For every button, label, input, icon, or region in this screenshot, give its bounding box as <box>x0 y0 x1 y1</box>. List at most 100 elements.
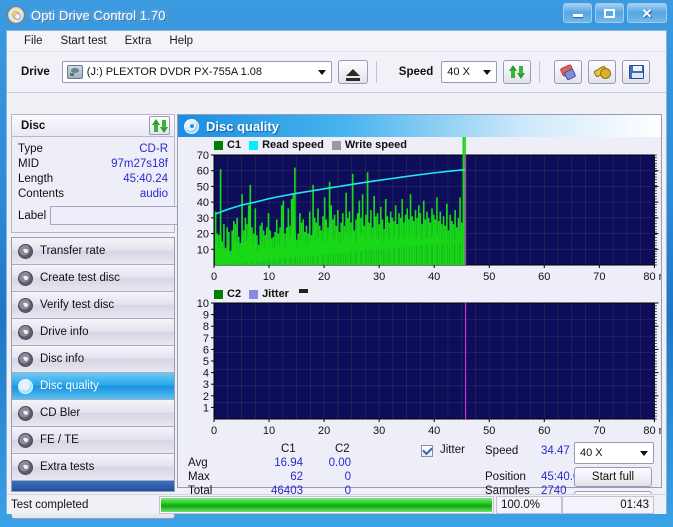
c1-chart: C1 Read speed Write speed 0 10 20 30 40 50 60 7… <box>178 137 661 287</box>
menu-extra[interactable]: Extra <box>116 33 161 49</box>
main-body: Disc Type CD-R MID 97m27s18f Length 45:4… <box>7 114 666 519</box>
tools-icon <box>594 65 612 79</box>
save-icon <box>628 65 644 79</box>
svg-text:32 X: 32 X <box>660 197 661 209</box>
save-button[interactable] <box>622 60 651 84</box>
close-button[interactable]: ✕ <box>627 3 667 23</box>
drive-select-value: (J:) PLEXTOR DVDR PX-755A 1.08 <box>86 66 263 78</box>
legend-swatch-write-speed <box>331 140 341 150</box>
svg-text:10: 10 <box>197 298 209 310</box>
erase-button[interactable] <box>554 60 583 84</box>
c2-chart-legend: C2 Jitter <box>214 288 308 300</box>
sidebar-label: FE / TE <box>40 434 79 446</box>
disc-mid-value: 97m27s18f <box>111 158 168 170</box>
tools-button[interactable] <box>588 60 617 84</box>
legend-label-write-speed: Write speed <box>344 139 407 151</box>
drive-icon <box>66 65 83 79</box>
disc-row-mid: MID 97m27s18f <box>18 157 168 172</box>
svg-text:8: 8 <box>203 321 209 333</box>
c1-chart-canvas: 0 10 20 30 40 50 60 70 80 min 10 20 30 40 50 60 70 8 X 16… <box>197 137 661 283</box>
eject-button[interactable] <box>337 60 368 84</box>
client-area: File Start test Extra Help Drive (J:) PL… <box>6 30 667 519</box>
sidebar-label: Drive info <box>40 326 89 338</box>
legend-label-jitter: Jitter <box>262 288 289 300</box>
svg-text:50: 50 <box>483 271 495 283</box>
menu-file[interactable]: File <box>15 33 52 49</box>
panel-title: Disc quality <box>206 118 279 134</box>
jitter-checkbox-label: Jitter <box>440 444 465 456</box>
svg-text:80 min: 80 min <box>643 271 661 283</box>
sidebar-item-drive-info[interactable]: Drive info <box>12 319 174 346</box>
status-message: Test completed <box>11 498 89 511</box>
sidebar-item-disc-quality[interactable]: Disc quality <box>12 373 174 400</box>
svg-text:20: 20 <box>318 271 330 283</box>
speed-select[interactable]: 40 X <box>441 61 498 83</box>
resize-grip-icon[interactable] <box>656 500 666 510</box>
disc-row-length: Length 45:40.24 <box>18 172 168 187</box>
stats-col-c1: C1 <box>281 443 296 455</box>
elapsed-time: 01:43 <box>562 495 654 514</box>
disc-icon <box>18 432 33 448</box>
disc-type-value: CD-R <box>139 143 168 155</box>
sidebar-item-disc-info[interactable]: Disc info <box>12 346 174 373</box>
svg-text:50: 50 <box>197 181 209 193</box>
toolbar-divider-2 <box>539 61 541 83</box>
sidebar-label: Extra tests <box>40 461 95 473</box>
jitter-checkbox[interactable] <box>421 444 433 457</box>
app-disc-icon <box>7 6 25 24</box>
disc-icon <box>18 243 33 259</box>
stats-area: C1 C2 Avg 16.94 0.00 Max 62 0 Total 4640… <box>178 442 661 511</box>
svg-text:1: 1 <box>203 402 209 414</box>
minimize-button[interactable] <box>563 3 592 23</box>
stats-row-max-label: Max <box>188 471 210 483</box>
menu-start-test[interactable]: Start test <box>52 33 116 49</box>
refresh-button[interactable] <box>503 60 532 84</box>
sidebar-item-create-test-disc[interactable]: Create test disc <box>12 265 174 292</box>
svg-text:70: 70 <box>197 150 209 162</box>
sidebar-item-extra-tests[interactable]: Extra tests <box>12 454 174 481</box>
disc-length-label: Length <box>18 173 54 185</box>
start-full-button[interactable]: Start full <box>574 467 652 487</box>
disc-icon <box>18 378 33 394</box>
disc-refresh-button[interactable] <box>149 116 170 135</box>
status-bar: Test completed 100.0% 01:43 <box>7 494 666 514</box>
disc-icon <box>18 351 33 367</box>
disc-quality-header: Disc quality <box>178 115 661 137</box>
test-speed-select[interactable]: 40 X <box>574 442 654 464</box>
svg-text:20: 20 <box>197 229 209 241</box>
legend-label-read-speed: Read speed <box>262 139 324 151</box>
sidebar-item-verify-test-disc[interactable]: Verify test disc <box>12 292 174 319</box>
window-controls: ✕ <box>563 3 667 23</box>
progress-percent: 100.0% <box>496 495 562 514</box>
disc-icon <box>18 405 33 421</box>
svg-text:24 X: 24 X <box>660 213 661 225</box>
svg-text:7: 7 <box>203 333 209 345</box>
svg-text:30: 30 <box>373 271 385 283</box>
stats-row-avg-label: Avg <box>188 457 208 469</box>
disc-length-value: 45:40.24 <box>123 173 168 185</box>
svg-text:70: 70 <box>593 271 605 283</box>
svg-text:6: 6 <box>203 344 209 356</box>
sidebar-item-transfer-rate[interactable]: Transfer rate <box>12 238 174 265</box>
sidebar-label: Verify test disc <box>40 299 115 311</box>
disc-row-type: Type CD-R <box>18 142 168 157</box>
drive-toolbar: Drive (J:) PLEXTOR DVDR PX-755A 1.08 Spe… <box>7 52 666 93</box>
stats-avg-c2: 0.00 <box>328 457 351 469</box>
disc-quality-panel: Disc quality C1 Read speed Write speed 0… <box>177 114 662 511</box>
drive-select[interactable]: (J:) PLEXTOR DVDR PX-755A 1.08 <box>61 61 332 83</box>
sidebar-item-cd-bler[interactable]: CD Bler <box>12 400 174 427</box>
sidebar-label: Disc quality <box>40 380 99 392</box>
svg-text:70: 70 <box>593 425 605 437</box>
svg-text:50: 50 <box>483 425 495 437</box>
sidebar-item-fe-te[interactable]: FE / TE <box>12 427 174 454</box>
window-title: Opti Drive Control 1.70 <box>31 7 166 23</box>
menu-help[interactable]: Help <box>160 33 202 49</box>
maximize-button[interactable] <box>595 3 624 23</box>
svg-text:10: 10 <box>263 425 275 437</box>
test-speed-value: 40 X <box>580 447 603 459</box>
disc-icon <box>18 297 33 313</box>
sidebar-label: CD Bler <box>40 407 81 419</box>
app-window: Opti Drive Control 1.70 ✕ File Start tes… <box>0 0 673 527</box>
chevron-down-icon <box>640 451 648 456</box>
speed-label: Speed <box>398 66 434 78</box>
